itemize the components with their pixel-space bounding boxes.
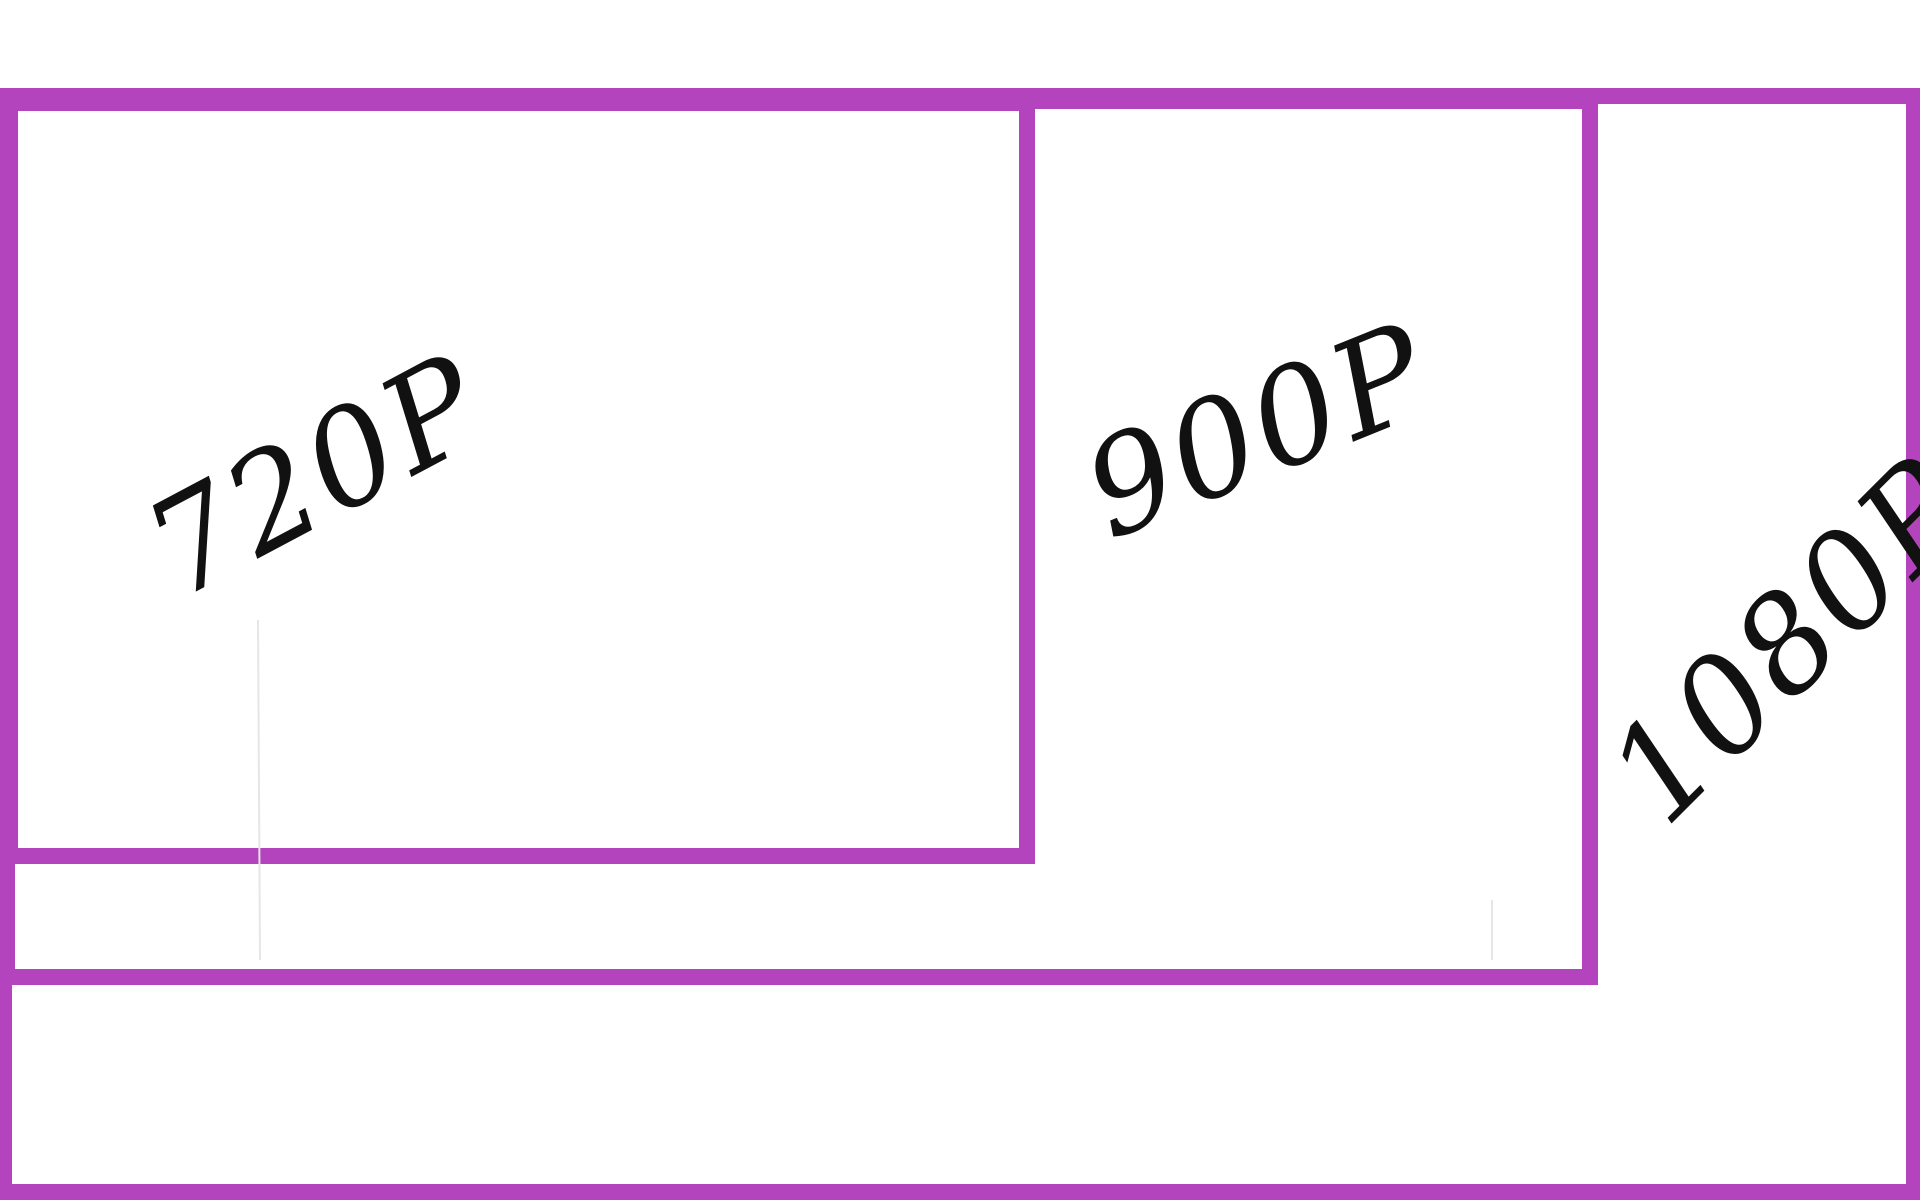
label-1080p: 1080P: [1579, 429, 1920, 852]
label-720p: 720P: [123, 325, 510, 628]
frame-1080p: [0, 88, 1920, 1200]
label-900p: 900P: [1064, 293, 1452, 569]
resolution-diagram: 720P 900P 1080P: [0, 88, 1920, 1200]
scan-artifact-line: [257, 619, 261, 961]
